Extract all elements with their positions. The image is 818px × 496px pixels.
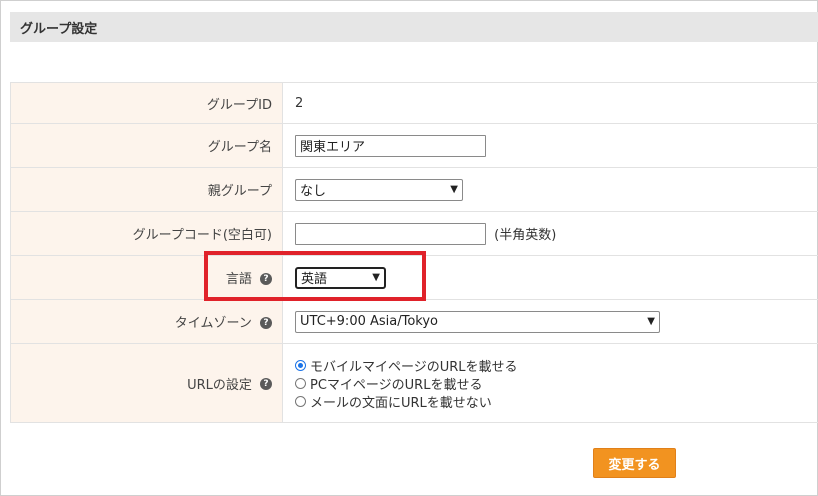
submit-button[interactable]: 変更する [593,448,676,478]
group-code-label: グループコード(空白可) [10,211,283,256]
language-cell: 英語 ▼ [282,255,818,300]
timezone-cell: UTC+9:00 Asia/Tokyo ▼ [282,299,818,344]
parent-group-selected: なし [300,184,327,199]
group-name-input[interactable] [295,134,486,157]
timezone-label: タイムゾーン ? [10,299,283,344]
row-group-code: グループコード(空白可) (半角英数) [10,211,818,256]
url-setting-label: URLの設定 ? [10,343,283,423]
chevron-down-icon: ▼ [450,184,458,195]
row-parent-group: 親グループ なし ▼ [10,167,818,212]
parent-group-cell: なし ▼ [282,167,818,212]
row-language: 言語 ? 英語 ▼ [10,255,818,300]
group-settings-form: グループID 2 グループ名 親グループ なし ▼ グループコード(空白可) [10,82,818,423]
group-name-cell [282,123,818,168]
url-option-none[interactable]: メールの文面にURLを載せない [295,392,818,411]
parent-group-select[interactable]: なし ▼ [295,178,463,201]
group-code-cell: (半角英数) [282,211,818,256]
group-code-input[interactable] [295,222,486,245]
language-selected: 英語 [301,272,328,287]
section-header: グループ設定 [10,12,818,42]
group-code-hint: (半角英数) [494,228,557,243]
row-url-setting: URLの設定 ? モバイルマイページのURLを載せる PCマイページのURLを載… [10,343,818,423]
radio-button[interactable] [295,395,306,407]
group-id-label: グループID [10,82,283,124]
url-setting-cell: モバイルマイページのURLを載せる PCマイページのURLを載せる メールの文面… [282,343,818,423]
language-label: 言語 ? [10,255,283,300]
chevron-down-icon: ▼ [372,272,380,283]
question-circle-icon[interactable]: ? [260,272,272,285]
url-option-mobile[interactable]: モバイルマイページのURLを載せる [295,356,818,375]
section-title: グループ設定 [20,22,98,37]
group-name-label: グループ名 [10,123,283,168]
group-id-cell: 2 [282,82,818,124]
group-id-value: 2 [295,95,304,111]
timezone-selected: UTC+9:00 Asia/Tokyo [300,314,439,329]
url-option-pc[interactable]: PCマイページのURLを載せる [295,374,818,393]
row-group-id: グループID 2 [10,82,818,124]
radio-button-checked[interactable] [295,359,306,371]
timezone-select[interactable]: UTC+9:00 Asia/Tokyo ▼ [295,310,660,333]
row-group-name: グループ名 [10,123,818,168]
radio-button[interactable] [295,377,306,389]
row-timezone: タイムゾーン ? UTC+9:00 Asia/Tokyo ▼ [10,299,818,344]
question-circle-icon[interactable]: ? [260,316,272,329]
chevron-down-icon: ▼ [647,316,655,327]
question-circle-icon[interactable]: ? [260,378,272,390]
language-select[interactable]: 英語 ▼ [295,266,386,289]
parent-group-label: 親グループ [10,167,283,212]
